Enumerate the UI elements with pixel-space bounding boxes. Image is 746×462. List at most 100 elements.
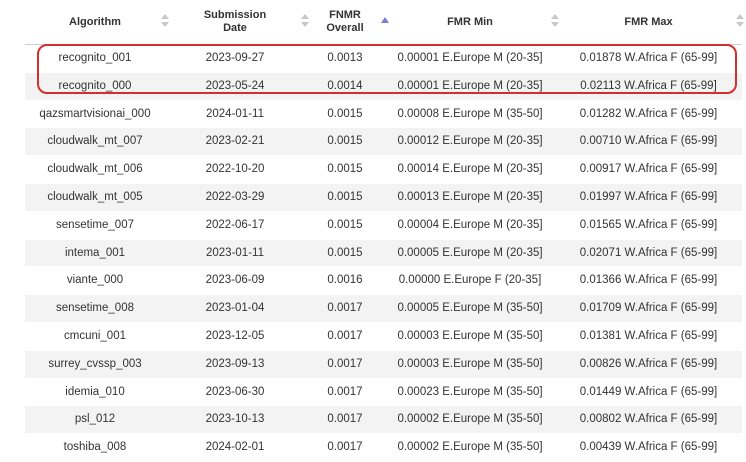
column-header-fnmr-overall[interactable]: FNMR Overall <box>305 0 389 44</box>
cell-fmr-min: 0.00002 E.Europe M (35-50] <box>397 441 543 454</box>
table-row: toshiba_008 2024-02-01 0.0017 0.00002 E.Eur… <box>25 434 742 462</box>
cell-algorithm: sensetime_008 <box>56 302 134 315</box>
cell-fmr-max: 0.01565 W.Africa F (65-99] <box>579 218 718 231</box>
cell-fmr-min: 0.00014 E.Europe M (20-35] <box>397 163 543 176</box>
cell-algorithm: sensetime_007 <box>56 218 134 231</box>
table-row: recognito_000 2023-05-24 0.0014 0.00001 E.E… <box>25 72 742 101</box>
cell-fmr-max: 0.01997 W.Africa F (65-99] <box>579 190 718 203</box>
table-row: cmcuni_001 2023-12-05 0.0017 0.00003 E.Euro… <box>25 322 742 351</box>
cell-date: 2023-05-24 <box>205 79 265 92</box>
cell-algorithm: cloudwalk_mt_006 <box>47 163 143 176</box>
cell-fnmr: 0.0016 <box>327 274 363 287</box>
cell-date: 2023-02-21 <box>205 135 265 148</box>
column-header-fmr-min[interactable]: FMR Min <box>385 0 559 44</box>
cell-fmr-max: 0.00826 W.Africa F (65-99] <box>579 357 718 370</box>
table-row: surrey_cvssp_003 2023-09-13 0.0017 0.00003 … <box>25 350 742 379</box>
cell-fnmr: 0.0015 <box>327 246 363 259</box>
cell-fmr-min: 0.00001 E.Europe M (20-35] <box>397 79 543 92</box>
cell-fmr-max: 0.00439 W.Africa F (65-99] <box>579 441 718 454</box>
column-header-algorithm[interactable]: Algorithm <box>25 0 169 44</box>
cell-fmr-min: 0.00003 E.Europe M (35-50] <box>397 357 543 370</box>
cell-fnmr: 0.0017 <box>327 357 363 370</box>
cell-fnmr: 0.0017 <box>327 302 363 315</box>
table-header: Algorithm Submission Date FNMR Overall F… <box>25 0 744 45</box>
column-header-submission-date[interactable]: Submission Date <box>165 0 309 44</box>
table-row: sensetime_008 2023-01-04 0.0017 0.00005 E.E… <box>25 295 742 323</box>
cell-date: 2024-02-01 <box>205 441 265 454</box>
cell-fmr-max: 0.01709 W.Africa F (65-99] <box>579 302 718 315</box>
table-row: intema_001 2023-01-11 0.0015 0.00005 E.Euro… <box>25 239 742 268</box>
column-header-fmr-max[interactable]: FMR Max <box>555 0 744 44</box>
cell-fmr-max: 0.01366 W.Africa F (65-99] <box>579 274 718 287</box>
cell-algorithm: recognito_001 <box>58 52 132 64</box>
cell-algorithm: cloudwalk_mt_005 <box>47 190 143 203</box>
cell-algorithm: psl_012 <box>74 413 116 426</box>
cell-date: 2022-06-17 <box>205 218 265 231</box>
table-row: cloudwalk_mt_005 2022-03-29 0.0015 0.00013 … <box>25 183 742 212</box>
column-header-label: FMR Max <box>624 15 673 28</box>
cell-date: 2024-01-11 <box>206 107 264 120</box>
cell-algorithm: recognito_000 <box>58 79 132 92</box>
cell-fmr-max: 0.01878 W.Africa F (65-99] <box>579 52 718 64</box>
cell-fnmr: 0.0017 <box>327 329 363 342</box>
cell-algorithm: surrey_cvssp_003 <box>48 357 142 370</box>
cell-algorithm: cmcuni_001 <box>63 329 126 342</box>
cell-algorithm: cloudwalk_mt_007 <box>47 135 143 148</box>
cell-fmr-max: 0.01381 W.Africa F (65-99] <box>579 329 718 342</box>
cell-date: 2023-12-05 <box>205 329 265 342</box>
table-row: sensetime_007 2022-06-17 0.0015 0.00004 E.E… <box>25 211 742 240</box>
cell-fnmr: 0.0015 <box>327 163 363 176</box>
column-header-label: Algorithm <box>69 15 121 28</box>
cell-fmr-max: 0.02071 W.Africa F (65-99] <box>579 246 718 259</box>
cell-fmr-min: 0.00000 E.Europe F (20-35] <box>398 274 542 287</box>
cell-fnmr: 0.0017 <box>327 441 363 454</box>
cell-date: 2022-10-20 <box>205 163 265 176</box>
cell-date: 2023-09-13 <box>205 357 265 370</box>
table-row: viante_000 2023-06-09 0.0016 0.00000 E.Euro… <box>25 267 742 296</box>
cell-fmr-min: 0.00023 E.Europe M (35-50] <box>397 385 543 398</box>
cell-fmr-max: 0.00917 W.Africa F (65-99] <box>579 163 718 176</box>
cell-date: 2023-09-27 <box>205 52 265 64</box>
table-row: psl_012 2023-10-13 0.0017 0.00002 E.Europe … <box>25 406 742 435</box>
cell-fmr-min: 0.00008 E.Europe M (35-50] <box>397 107 543 120</box>
cell-date: 2023-06-30 <box>205 385 265 398</box>
cell-date: 2022-03-29 <box>205 190 265 203</box>
cell-date: 2023-01-11 <box>206 246 264 259</box>
cell-fmr-max: 0.01282 W.Africa F (65-99] <box>579 107 718 120</box>
cell-fnmr: 0.0015 <box>327 218 363 231</box>
cell-fmr-min: 0.00003 E.Europe M (35-50] <box>397 329 543 342</box>
cell-fmr-max: 0.01449 W.Africa F (65-99] <box>579 385 718 398</box>
cell-fmr-min: 0.00005 E.Europe M (35-50] <box>397 302 543 315</box>
table-row: cloudwalk_mt_007 2023-02-21 0.0015 0.00012 … <box>25 128 742 157</box>
cell-date: 2023-10-13 <box>205 413 265 426</box>
cell-fmr-min: 0.00004 E.Europe M (20-35] <box>397 218 543 231</box>
cell-algorithm: idemia_010 <box>65 385 125 398</box>
table-row: qazsmartvisionai_000 2024-01-11 0.0015 0.00… <box>25 100 742 129</box>
cell-fnmr: 0.0014 <box>327 79 363 92</box>
cell-fnmr: 0.0017 <box>327 385 363 398</box>
cell-fmr-min: 0.00001 E.Europe M (20-35] <box>397 52 543 64</box>
cell-fnmr: 0.0017 <box>327 413 363 426</box>
cell-fmr-min: 0.00005 E.Europe M (20-35] <box>397 246 543 259</box>
cell-fmr-min: 0.00013 E.Europe M (20-35] <box>397 190 543 203</box>
column-header-label: FMR Min <box>447 15 493 28</box>
cell-fmr-max: 0.00710 W.Africa F (65-99] <box>579 135 718 148</box>
table-row: recognito_001 2023-09-27 0.0013 0.00001 E.E… <box>25 45 742 73</box>
cell-algorithm: qazsmartvisionai_000 <box>39 107 151 120</box>
table-row: cloudwalk_mt_006 2022-10-20 0.0015 0.00014 … <box>25 156 742 184</box>
cell-fmr-max: 0.00802 W.Africa F (65-99] <box>579 413 718 426</box>
cell-algorithm: toshiba_008 <box>63 441 127 454</box>
results-table: Algorithm Submission Date FNMR Overall F… <box>25 0 744 462</box>
sort-icon[interactable] <box>736 14 744 28</box>
cell-fmr-max: 0.02113 W.Africa F (65-99] <box>580 79 717 92</box>
table-body: recognito_001 2023-09-27 0.0013 0.00001 E.E… <box>25 45 742 462</box>
column-header-label: FNMR Overall <box>326 9 364 34</box>
cell-date: 2023-06-09 <box>205 274 265 287</box>
cell-fnmr: 0.0015 <box>327 190 363 203</box>
cell-fnmr: 0.0013 <box>327 52 363 64</box>
column-header-label: Submission Date <box>203 9 267 34</box>
table-row: idemia_010 2023-06-30 0.0017 0.00023 E.Euro… <box>25 378 742 407</box>
cell-algorithm: viante_000 <box>66 274 124 287</box>
cell-fnmr: 0.0015 <box>327 135 363 148</box>
cell-fmr-min: 0.00002 E.Europe M (35-50] <box>397 413 543 426</box>
